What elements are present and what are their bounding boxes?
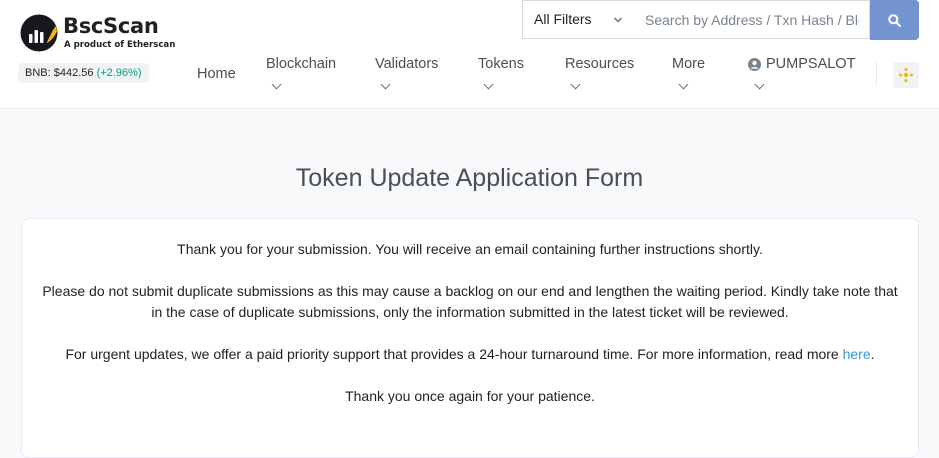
nav-account-label: PUMPSALOT	[766, 56, 856, 72]
chevron-down-icon	[570, 79, 581, 90]
chevron-down-icon	[271, 79, 282, 90]
search-input[interactable]	[635, 0, 870, 39]
brand-tagline: A product of Etherscan	[64, 40, 176, 50]
nav-tokens-label: Tokens	[478, 56, 524, 72]
chevron-down-icon	[754, 79, 765, 90]
search-bar: All Filters	[522, 0, 919, 40]
nav-more-label: More	[672, 56, 706, 72]
priority-support-link[interactable]: here	[843, 346, 871, 362]
chevron-down-icon	[613, 17, 623, 23]
nav-home[interactable]: Home	[197, 66, 236, 82]
search-filter-select[interactable]: All Filters	[522, 0, 636, 39]
bnb-price-change: (+2.96%)	[96, 67, 142, 79]
confirmation-message: Thank you for your submission. You will …	[177, 241, 763, 257]
page-title: Token Update Application Form	[295, 164, 644, 192]
priority-support-text: For urgent updates, we offer a paid prio…	[22, 344, 918, 365]
chevron-down-icon	[483, 79, 494, 90]
nav-divider	[876, 62, 877, 86]
search-icon	[888, 14, 901, 27]
chevron-down-icon	[380, 79, 391, 90]
confirmation-card: Thank you for your submission. You will …	[21, 218, 919, 458]
site-header: BscScan A product of Etherscan BNB: $442…	[0, 0, 939, 109]
duplicate-warning-line2: in the case of duplicate submissions, on…	[151, 304, 789, 320]
bnb-price-ticker[interactable]: BNB: $442.56 (+2.96%)	[18, 63, 149, 83]
nav-blockchain-label: Blockchain	[266, 56, 337, 72]
bscscan-logo-icon	[20, 14, 58, 52]
priority-support-period: .	[870, 346, 875, 362]
chevron-down-icon	[678, 79, 689, 90]
nav-validators-label: Validators	[375, 56, 439, 72]
priority-support-message: For urgent updates, we offer a paid prio…	[65, 346, 843, 362]
brand-name: BscScan	[63, 14, 159, 38]
thank-you-message: Thank you once again for your patience.	[345, 388, 595, 404]
user-circle-icon	[748, 58, 761, 71]
nav-resources-label: Resources	[565, 56, 635, 72]
search-button[interactable]	[870, 0, 919, 40]
bnb-icon	[898, 67, 914, 83]
network-switch-button[interactable]	[893, 62, 919, 88]
duplicate-warning-line1: Please do not submit duplicate submissio…	[42, 283, 898, 299]
search-filter-label: All Filters	[534, 11, 592, 27]
bscscan-logo[interactable]: BscScan A product of Etherscan	[20, 12, 190, 52]
bnb-price: BNB: $442.56	[25, 67, 94, 79]
